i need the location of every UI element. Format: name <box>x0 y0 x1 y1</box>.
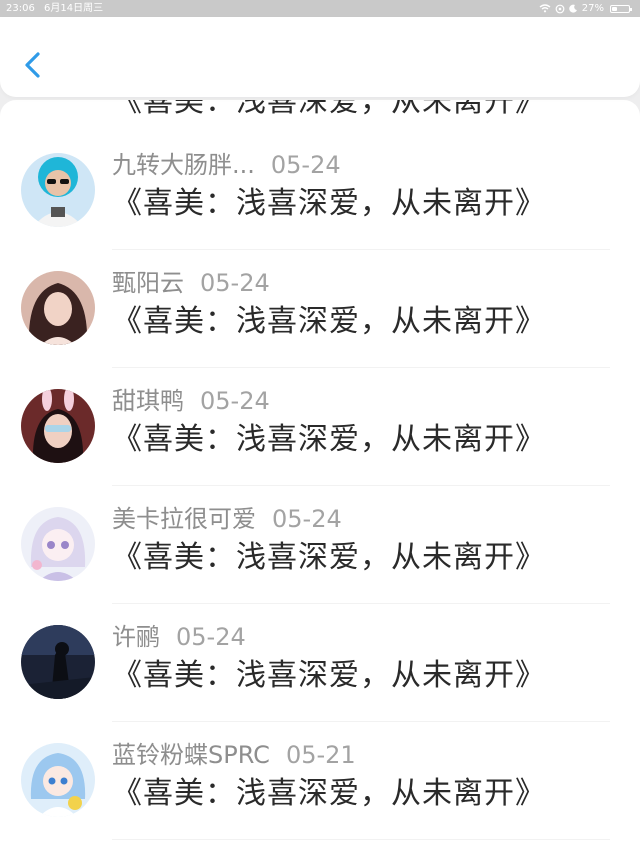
item-date: 05-21 <box>285 741 356 769</box>
divider <box>112 839 610 840</box>
status-time: 23:06 <box>6 3 35 14</box>
username[interactable]: 蓝铃粉蝶SPRC <box>112 741 270 769</box>
username[interactable]: 甄阳云 <box>112 269 184 297</box>
item-date: 05-24 <box>272 505 342 533</box>
username[interactable]: 美卡拉很可爱 <box>112 505 256 533</box>
orientation-lock-icon <box>555 4 565 13</box>
avatar[interactable] <box>21 389 95 463</box>
item-meta: 许鹂 05-24 <box>112 621 246 653</box>
chevron-left-icon <box>25 52 40 78</box>
item-title: 《喜美：浅喜深爱，从未离开》 <box>112 100 546 119</box>
item-title: 《喜美：浅喜深爱，从未离开》 <box>112 422 546 457</box>
item-meta: 甜琪鸭 05-24 <box>112 385 270 417</box>
list-item[interactable]: 蓝铃粉蝶SPRC 05-21 《喜美：浅喜深爱，从未离开》 <box>0 722 640 840</box>
list-item[interactable]: 甜琪鸭 05-24 《喜美：浅喜深爱，从未离开》 <box>0 368 640 486</box>
status-bar: 23:06 6月14日周三 27% <box>0 0 640 17</box>
moon-icon <box>569 4 577 13</box>
list-item-partial[interactable]: 《喜美：浅喜深爱，从未离开》 <box>0 100 640 132</box>
item-title: 《喜美：浅喜深爱，从未离开》 <box>112 304 546 339</box>
list-item[interactable]: 甄阳云 05-24 《喜美：浅喜深爱，从未离开》 <box>0 250 640 368</box>
item-title: 《喜美：浅喜深爱，从未离开》 <box>112 658 546 693</box>
item-date: 05-24 <box>176 623 246 651</box>
wifi-icon <box>539 4 551 13</box>
back-button[interactable] <box>18 45 52 85</box>
nav-bar <box>0 17 640 97</box>
item-meta: 九转大肠胖... 05-24 <box>112 149 341 181</box>
username[interactable]: 许鹂 <box>112 623 160 651</box>
status-right: 27% <box>539 0 632 17</box>
item-date: 05-24 <box>270 151 341 179</box>
item-date: 05-24 <box>200 387 270 415</box>
item-meta: 蓝铃粉蝶SPRC 05-21 <box>112 739 356 771</box>
list-item[interactable]: 许鹂 05-24 《喜美：浅喜深爱，从未离开》 <box>0 604 640 722</box>
battery-percent: 27% <box>581 3 604 14</box>
comment-list: 《喜美：浅喜深爱，从未离开》 九转大肠胖... 05-24 《喜美：浅喜深爱，从未… <box>0 100 640 860</box>
avatar[interactable] <box>21 271 95 345</box>
avatar[interactable] <box>21 153 95 227</box>
item-title: 《喜美：浅喜深爱，从未离开》 <box>112 776 546 811</box>
username[interactable]: 甜琪鸭 <box>112 387 184 415</box>
avatar[interactable] <box>21 625 95 699</box>
username[interactable]: 九转大肠胖... <box>112 151 255 179</box>
list-item[interactable]: 九转大肠胖... 05-24 《喜美：浅喜深爱，从未离开》 <box>0 132 640 250</box>
avatar[interactable] <box>21 743 95 817</box>
status-date: 6月14日周三 <box>44 3 104 14</box>
item-date: 05-24 <box>200 269 270 297</box>
avatar[interactable] <box>21 507 95 581</box>
item-meta: 美卡拉很可爱 05-24 <box>112 503 342 535</box>
item-meta: 甄阳云 05-24 <box>112 267 270 299</box>
item-title: 《喜美：浅喜深爱，从未离开》 <box>112 540 546 575</box>
list-item[interactable]: 美卡拉很可爱 05-24 《喜美：浅喜深爱，从未离开》 <box>0 486 640 604</box>
item-title: 《喜美：浅喜深爱，从未离开》 <box>112 186 546 221</box>
battery-icon <box>610 4 632 13</box>
